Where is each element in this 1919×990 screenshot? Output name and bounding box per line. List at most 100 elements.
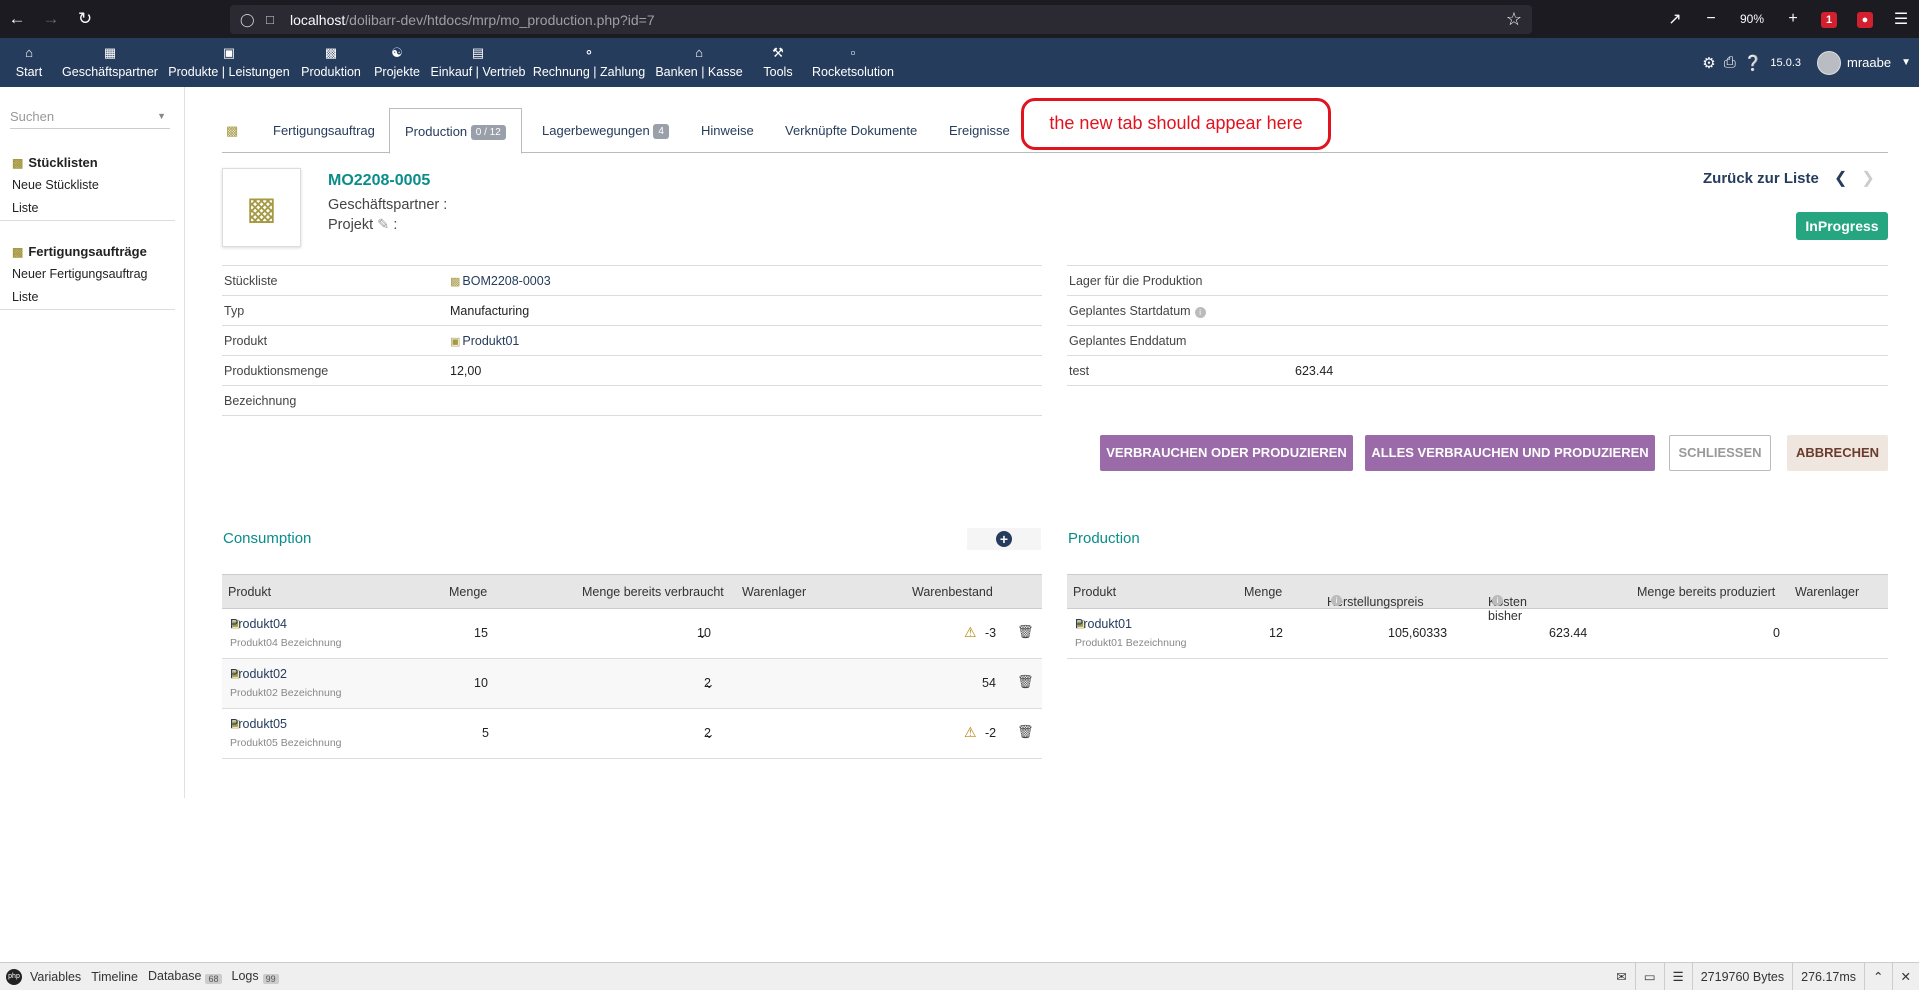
nav-start[interactable]: ⌂ Start bbox=[10, 38, 48, 87]
pencil-icon[interactable]: ✎ bbox=[377, 217, 389, 233]
building-icon: ▦ bbox=[103, 45, 117, 60]
menu-title-mos[interactable]: ▩ Fertigungsaufträge bbox=[0, 241, 175, 263]
field-row: test 623.44 bbox=[1067, 356, 1888, 386]
chevron-down-icon: ▼ bbox=[157, 111, 166, 121]
production-title: Production bbox=[1068, 530, 1140, 547]
trash-icon[interactable]: 🗑 bbox=[1017, 624, 1034, 640]
field-row: Stückliste ▩ BOM2208-0003 bbox=[222, 266, 1042, 296]
nav-projects[interactable]: ☯ Projekte bbox=[372, 38, 422, 87]
bookmark-star-icon[interactable]: ☆ bbox=[1506, 9, 1522, 30]
tab-documents[interactable]: Verknüpfte Dokumente bbox=[785, 108, 917, 153]
database-icon[interactable]: ☰ bbox=[1663, 963, 1692, 990]
search-select[interactable]: Suchen ▼ bbox=[10, 109, 170, 129]
debug-tab-logs[interactable]: Logs 99 bbox=[232, 969, 279, 984]
tab-notes[interactable]: Hinweise bbox=[701, 108, 754, 153]
avatar[interactable] bbox=[1817, 50, 1842, 75]
table-header: Produkt Menge Herstellungspreis i Kosten … bbox=[1067, 574, 1888, 623]
mail-icon[interactable]: ✉ bbox=[1608, 963, 1634, 990]
menu-icon[interactable]: ☰ bbox=[1883, 9, 1919, 29]
chevron-down-icon[interactable]: ▼ bbox=[1901, 57, 1911, 68]
add-line-button[interactable]: + bbox=[967, 528, 1041, 550]
warning-icon: ⚠ bbox=[964, 724, 977, 740]
menu-title-boms[interactable]: ▩ Stücklisten bbox=[0, 152, 175, 174]
prev-arrow-icon[interactable]: ❮ bbox=[1834, 170, 1847, 187]
forward-arrow-icon[interactable]: → bbox=[34, 0, 68, 38]
info-icon: i bbox=[1194, 306, 1206, 318]
lock-extension-icon[interactable]: ● bbox=[1847, 10, 1883, 28]
cubes-icon: ▩ bbox=[226, 123, 239, 138]
zoom-out-icon[interactable]: − bbox=[1693, 10, 1729, 28]
status-badge: InProgress bbox=[1796, 212, 1888, 240]
top-menu: ⌂ Start ▦ Geschäftspartner ▣ Produkte | Lei… bbox=[0, 38, 1919, 87]
zoom-level[interactable]: 90% bbox=[1729, 12, 1775, 26]
tab-production[interactable]: Production 0 / 12 bbox=[389, 108, 522, 154]
shield-icon[interactable]: ◯ bbox=[240, 12, 258, 28]
nav-products[interactable]: ▣ Produkte | Leistungen bbox=[166, 38, 292, 87]
bug-icon[interactable]: ⚙ bbox=[1702, 54, 1715, 72]
nav-commercial[interactable]: ▤ Einkauf | Vertrieb bbox=[430, 38, 526, 87]
debug-tab-database[interactable]: Database 68 bbox=[148, 969, 222, 984]
cubes-icon: ▩ bbox=[324, 45, 338, 60]
trash-icon[interactable]: 🗑 bbox=[1017, 674, 1034, 690]
php-icon: php bbox=[6, 968, 22, 985]
field-row: Produktionsmenge 12,00 bbox=[222, 356, 1042, 386]
table-header: Produkt Menge Menge bereits verbraucht W… bbox=[222, 574, 1042, 609]
consumption-title: Consumption bbox=[223, 530, 312, 547]
info-icon: i bbox=[1492, 595, 1503, 606]
menu-link-mo-list[interactable]: Liste bbox=[0, 286, 175, 309]
consume-all-button[interactable]: ALLES VERBRAUCHEN UND PRODUZIEREN bbox=[1365, 435, 1655, 471]
briefcase-icon: ▤ bbox=[471, 45, 485, 60]
trash-icon[interactable]: 🗑 bbox=[1017, 724, 1034, 740]
back-arrow-icon[interactable]: ← bbox=[0, 0, 34, 38]
menu-link-new-mo[interactable]: Neuer Fertigungsauftrag bbox=[0, 263, 175, 286]
collapse-icon[interactable]: ⌃ bbox=[1864, 963, 1891, 990]
version-label: 15.0.3 bbox=[1770, 56, 1802, 69]
wrench-icon: ⚒ bbox=[772, 45, 784, 60]
nav-rocketsolution[interactable]: ▫ Rocketsolution bbox=[810, 38, 896, 87]
extension-icon[interactable]: 1 bbox=[1811, 10, 1847, 28]
cancel-button[interactable]: ABBRECHEN bbox=[1787, 435, 1888, 471]
fullscreen-icon[interactable]: ↗ bbox=[1657, 9, 1693, 29]
bank-icon: ⌂ bbox=[695, 45, 703, 60]
reload-icon[interactable]: ↻ bbox=[68, 0, 102, 38]
product-link[interactable]: ▣ Produkt01 bbox=[450, 334, 519, 348]
url-host: localhost bbox=[290, 11, 346, 28]
bom-link[interactable]: ▩ BOM2208-0003 bbox=[450, 274, 551, 288]
tab-stock-movements[interactable]: Lagerbewegungen 4 bbox=[542, 108, 669, 153]
plus-icon: + bbox=[996, 531, 1012, 547]
cubes-icon: ▩ bbox=[222, 168, 301, 247]
menu-link-new-bom[interactable]: Neue Stückliste bbox=[0, 174, 175, 197]
table-row: ▣ Produkt04 Produkt04 Bezeichnung 15 ⌄ 10… bbox=[222, 609, 1042, 659]
tab-events[interactable]: Ereignisse bbox=[949, 108, 1010, 153]
field-row: Geplantes Startdatum i bbox=[1067, 296, 1888, 326]
nav-billing[interactable]: ⚬ Rechnung | Zahlung bbox=[532, 38, 646, 87]
debug-bar: php Variables Timeline Database 68 Logs 99… bbox=[0, 962, 1919, 990]
menu-link-bom-list[interactable]: Liste bbox=[0, 197, 175, 220]
close-button[interactable]: SCHLIESSEN bbox=[1669, 435, 1771, 471]
zoom-in-icon[interactable]: + bbox=[1775, 10, 1811, 28]
nav-production[interactable]: ▩ Produktion bbox=[298, 38, 364, 87]
field-row: Lager für die Produktion bbox=[1067, 266, 1888, 296]
sitemap-icon: ☯ bbox=[391, 45, 403, 60]
url-bar[interactable]: ◯ □ localhost/dolibarr-dev/htdocs/mrp/mo… bbox=[230, 5, 1532, 34]
object-ref: MO2208-0005 bbox=[328, 172, 431, 189]
print-icon[interactable]: ⎙ bbox=[1724, 54, 1736, 71]
debug-tab-timeline[interactable]: Timeline bbox=[91, 970, 138, 984]
next-arrow-icon[interactable]: ❯ bbox=[1861, 170, 1874, 187]
nav-tools[interactable]: ⚒ Tools bbox=[756, 38, 800, 87]
consume-or-produce-button[interactable]: VERBRAUCHEN ODER PRODUZIEREN bbox=[1100, 435, 1353, 471]
monitor-icon[interactable]: ▭ bbox=[1634, 963, 1664, 990]
info-icon: i bbox=[1331, 595, 1342, 606]
username[interactable]: mraabe bbox=[1847, 55, 1891, 70]
help-icon[interactable]: ❔ bbox=[1744, 54, 1763, 72]
tab-mo[interactable]: Fertigungsauftrag bbox=[273, 108, 375, 153]
nav-thirdparties[interactable]: ▦ Geschäftspartner bbox=[60, 38, 160, 87]
nav-bank[interactable]: ⌂ Banken | Kasse bbox=[654, 38, 744, 87]
close-icon[interactable]: ✕ bbox=[1891, 963, 1919, 990]
back-to-list-link[interactable]: Zurück zur Liste bbox=[1703, 170, 1819, 187]
thirdparty-line: Geschäftspartner : bbox=[328, 197, 448, 213]
page-info-icon[interactable]: □ bbox=[266, 12, 282, 27]
field-row: Produkt ▣ Produkt01 bbox=[222, 326, 1042, 356]
debug-tab-variables[interactable]: Variables bbox=[30, 970, 81, 984]
memory-bytes: 2719760 Bytes bbox=[1691, 963, 1792, 990]
